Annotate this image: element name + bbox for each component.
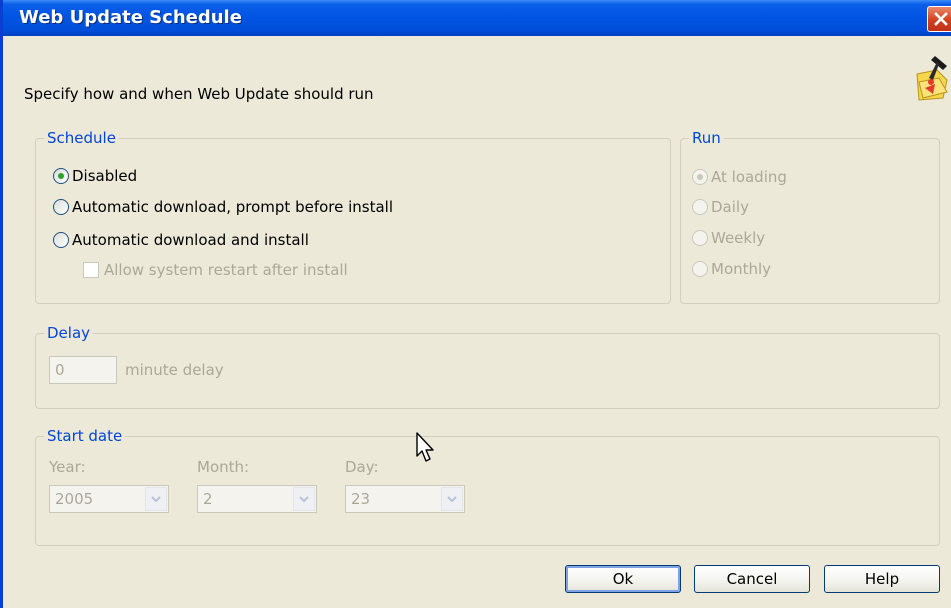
chevron-down-icon — [151, 496, 161, 503]
schedule-option-disabled[interactable]: Disabled — [53, 167, 137, 185]
year-select[interactable]: 2005 — [49, 485, 169, 513]
month-value: 2 — [203, 490, 213, 508]
restart-label: Allow system restart after install — [104, 261, 348, 279]
year-label: Year: — [49, 458, 86, 476]
radio-disabled[interactable] — [53, 168, 69, 184]
month-dropdown-arrow[interactable] — [293, 487, 315, 511]
run-option-label: Weekly — [711, 229, 766, 247]
run-option-label: At loading — [711, 168, 787, 186]
title-bar[interactable]: Web Update Schedule — [3, 0, 951, 36]
restart-checkbox[interactable] — [83, 262, 99, 278]
delay-suffix: minute delay — [125, 361, 224, 379]
mouse-pointer-icon — [416, 432, 434, 462]
radio-daily[interactable] — [692, 199, 708, 215]
year-value: 2005 — [55, 490, 94, 508]
radio-monthly[interactable] — [692, 261, 708, 277]
radio-weekly[interactable] — [692, 230, 708, 246]
update-folder-icon — [916, 56, 948, 101]
run-option-monthly[interactable]: Monthly — [692, 260, 771, 278]
chevron-down-icon — [299, 496, 309, 503]
dialog-description: Specify how and when Web Update should r… — [24, 85, 374, 103]
schedule-option-label: Disabled — [72, 167, 138, 185]
window-title: Web Update Schedule — [19, 7, 242, 28]
restart-checkbox-row[interactable]: Allow system restart after install — [83, 261, 348, 279]
run-option-weekly[interactable]: Weekly — [692, 229, 765, 247]
day-label: Day: — [345, 458, 379, 476]
month-select[interactable]: 2 — [197, 485, 317, 513]
chevron-down-icon — [447, 496, 457, 503]
run-option-label: Daily — [711, 198, 749, 216]
schedule-option-prompt[interactable]: Automatic download, prompt before instal… — [53, 198, 393, 216]
radio-auto-install[interactable] — [53, 232, 69, 248]
close-icon — [934, 12, 948, 26]
schedule-option-label: Automatic download, prompt before instal… — [72, 198, 394, 216]
dialog-window: Web Update Schedule Specify how and when… — [0, 0, 951, 608]
schedule-group: Schedule — [35, 128, 671, 304]
radio-at-loading[interactable] — [692, 169, 708, 185]
start-date-group: Start date — [35, 426, 940, 546]
delay-legend: Delay — [44, 323, 94, 343]
month-label: Month: — [197, 458, 250, 476]
year-dropdown-arrow[interactable] — [145, 487, 167, 511]
run-group: Run — [680, 128, 940, 304]
schedule-option-label: Automatic download and install — [72, 231, 309, 249]
schedule-legend: Schedule — [44, 128, 119, 148]
radio-prompt[interactable] — [53, 199, 69, 215]
day-value: 23 — [351, 490, 371, 508]
close-button[interactable] — [927, 6, 951, 32]
day-select[interactable]: 23 — [345, 485, 465, 513]
ok-button[interactable]: Ok — [565, 565, 681, 593]
start-date-legend: Start date — [44, 426, 126, 446]
cancel-button[interactable]: Cancel — [694, 565, 810, 593]
run-option-at-loading[interactable]: At loading — [692, 168, 787, 186]
day-dropdown-arrow[interactable] — [441, 487, 463, 511]
help-button[interactable]: Help — [824, 565, 940, 593]
schedule-option-auto-install[interactable]: Automatic download and install — [53, 231, 309, 249]
run-option-label: Monthly — [711, 260, 772, 278]
run-option-daily[interactable]: Daily — [692, 198, 749, 216]
run-legend: Run — [689, 128, 724, 148]
delay-input[interactable]: 0 — [49, 356, 117, 384]
